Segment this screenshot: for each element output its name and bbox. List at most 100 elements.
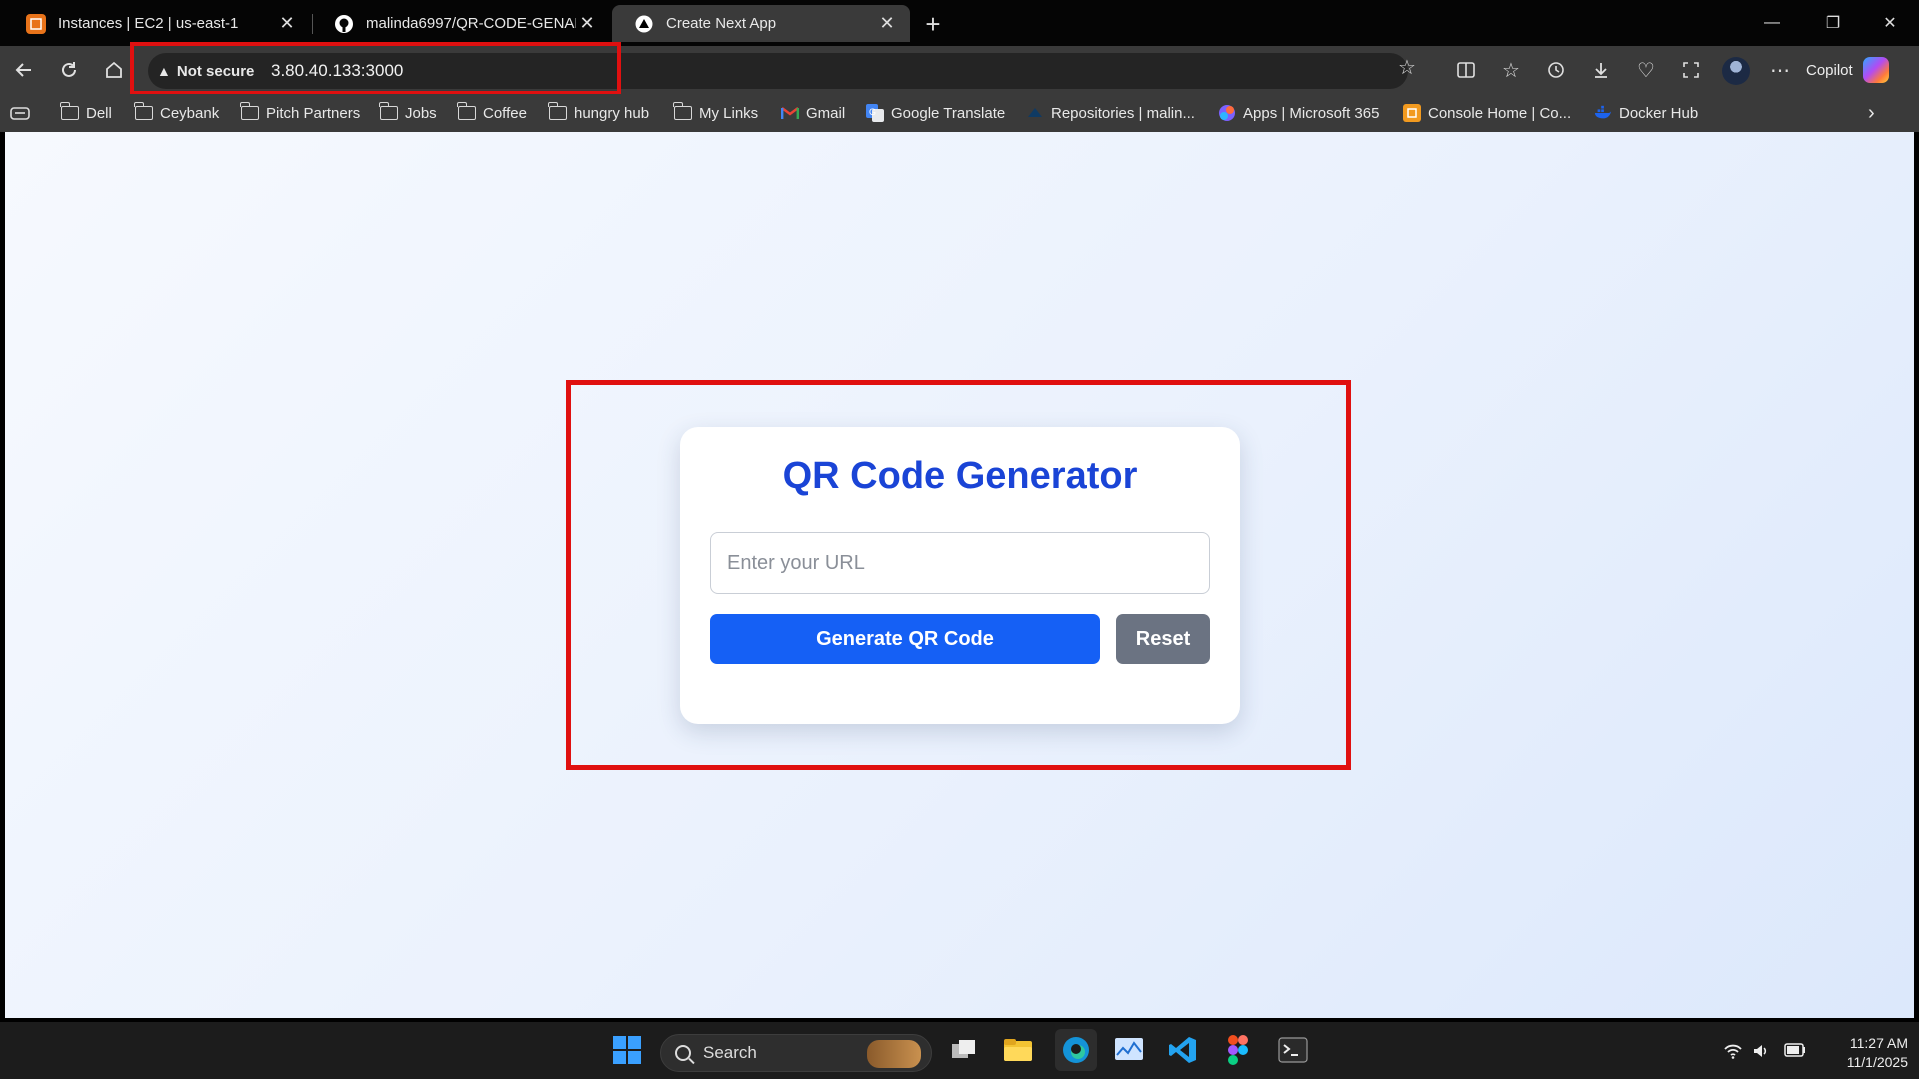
folder-icon: [673, 102, 692, 121]
folder-icon: [548, 102, 567, 121]
battery-icon[interactable]: [1784, 1043, 1806, 1062]
bookmark-label: Ceybank: [160, 104, 220, 122]
generate-qr-button[interactable]: Generate QR Code: [710, 614, 1100, 664]
m365-icon: [1218, 105, 1236, 121]
downloads-icon[interactable]: [1585, 54, 1617, 86]
clock-date: 11/1/2025: [1846, 1054, 1908, 1070]
history-icon[interactable]: [1540, 54, 1572, 86]
reset-button[interactable]: Reset: [1116, 614, 1210, 664]
terminal-icon[interactable]: [1275, 1032, 1311, 1068]
bookmark-label: Gmail: [806, 104, 846, 122]
favorite-star-icon[interactable]: ☆: [1398, 55, 1416, 80]
tab-strip: Instances | EC2 | us-east-1 ✕ malinda699…: [0, 0, 1919, 46]
copilot-icon: [1862, 57, 1889, 83]
bookmark-microsoft-365[interactable]: Apps | Microsoft 365: [1218, 102, 1379, 124]
back-arrow-icon[interactable]: [8, 54, 40, 86]
gmail-icon: [781, 105, 799, 121]
more-options-icon[interactable]: ⋯: [1764, 54, 1796, 86]
google-translate-icon: G: [866, 104, 884, 122]
bookmarks-overflow-chevron-icon[interactable]: ›: [1868, 102, 1875, 124]
bookmark-repositories[interactable]: Repositories | malin...: [1026, 102, 1195, 124]
bison-illustration-icon: [867, 1040, 921, 1068]
bookmark-label: Jobs: [405, 104, 437, 122]
close-icon[interactable]: ✕: [876, 13, 898, 35]
search-label: Search: [703, 1043, 757, 1062]
bookmark-gmail[interactable]: Gmail: [781, 102, 845, 124]
bookmark-dell[interactable]: Dell: [60, 102, 112, 124]
minimize-icon[interactable]: —: [1752, 8, 1792, 38]
bookmark-pitch-partners[interactable]: Pitch Partners: [240, 102, 361, 124]
profile-avatar[interactable]: [1722, 57, 1750, 85]
github-icon: [334, 14, 354, 34]
volume-icon[interactable]: [1752, 1043, 1770, 1064]
url-input[interactable]: [710, 532, 1210, 594]
restore-icon[interactable]: ❐: [1813, 8, 1853, 38]
folder-icon: [134, 102, 153, 121]
tab-title: Instances | EC2 | us-east-1: [58, 15, 239, 32]
copilot-button[interactable]: Copilot: [1806, 53, 1889, 87]
folder-icon: [60, 102, 79, 121]
bookmark-label: Coffee: [483, 104, 527, 122]
bookmark-docker-hub[interactable]: Docker Hub: [1594, 102, 1698, 124]
folder-icon: [379, 102, 398, 121]
folder-icon: [457, 102, 476, 121]
bookmark-google-translate[interactable]: G Google Translate: [866, 102, 1005, 124]
task-view-icon[interactable]: [946, 1032, 982, 1068]
docker-icon: [1594, 105, 1612, 121]
tab-title: Create Next App: [666, 15, 777, 32]
bookmark-label: Google Translate: [891, 104, 1006, 122]
file-explorer-icon[interactable]: [1000, 1032, 1036, 1068]
bookmark-ceybank[interactable]: Ceybank: [134, 102, 220, 124]
bookmark-label: Docker Hub: [1619, 104, 1699, 122]
edge-browser-icon[interactable]: [1055, 1029, 1097, 1071]
close-icon[interactable]: ✕: [576, 13, 598, 35]
home-icon[interactable]: [98, 54, 130, 86]
bookmarks-bar: Dell Ceybank Pitch Partners Jobs Coffee …: [0, 94, 1919, 132]
folder-icon: [240, 102, 259, 121]
screenshot-icon[interactable]: [1675, 54, 1707, 86]
windows-start-icon[interactable]: [609, 1032, 645, 1068]
wifi-icon[interactable]: [1724, 1043, 1742, 1064]
taskbar-search[interactable]: Search: [660, 1034, 932, 1072]
bookmark-label: Pitch Partners: [266, 104, 361, 122]
split-screen-icon[interactable]: [1450, 54, 1482, 86]
bookmark-label: Apps | Microsoft 365: [1243, 104, 1380, 122]
search-icon: [675, 1045, 691, 1061]
system-clock[interactable]: 11:27 AM 11/1/2025: [1818, 1034, 1908, 1072]
clock-time: 11:27 AM: [1849, 1035, 1908, 1051]
screen: Instances | EC2 | us-east-1 ✕ malinda699…: [0, 0, 1919, 1079]
aws-icon: [26, 13, 46, 34]
resource-monitor-icon[interactable]: [1111, 1032, 1147, 1068]
tab-title: malinda6997/QR-CODE-GENARATOR: [366, 15, 576, 32]
qr-generator-card: QR Code Generator Generate QR Code Reset: [680, 427, 1240, 724]
browser-essentials-icon[interactable]: ♡: [1630, 54, 1662, 86]
tab-github-repo[interactable]: malinda6997/QR-CODE-GENARATOR ✕: [312, 5, 610, 42]
copilot-label: Copilot: [1806, 61, 1853, 79]
favorites-icon[interactable]: ☆: [1495, 54, 1527, 86]
svg-text:G: G: [869, 107, 876, 117]
tab-create-next-app[interactable]: Create Next App ✕: [612, 5, 910, 42]
window-close-icon[interactable]: ✕: [1870, 8, 1910, 38]
refresh-icon[interactable]: [53, 54, 85, 86]
bookmark-jobs[interactable]: Jobs: [379, 102, 437, 124]
figma-icon[interactable]: [1220, 1032, 1256, 1068]
bookmark-label: Console Home | Co...: [1428, 104, 1572, 122]
page-title: QR Code Generator: [782, 455, 1138, 497]
bookmark-label: My Links: [699, 104, 759, 122]
bookmark-hungry-hub[interactable]: hungry hub: [548, 102, 650, 124]
aws-icon: [1403, 104, 1421, 122]
azure-devops-icon: [1026, 105, 1044, 121]
new-tab-plus-icon[interactable]: +: [918, 9, 948, 39]
bookmark-coffee[interactable]: Coffee: [457, 102, 527, 124]
tab-aws-ec2[interactable]: Instances | EC2 | us-east-1 ✕: [4, 5, 310, 42]
vscode-icon[interactable]: [1165, 1032, 1201, 1068]
nextjs-icon: [634, 14, 654, 34]
bookmark-label: hungry hub: [574, 104, 650, 122]
bookmark-aws-console[interactable]: Console Home | Co...: [1403, 102, 1571, 124]
bookmark-label: Dell: [86, 104, 112, 122]
collections-icon[interactable]: [10, 102, 30, 124]
close-icon[interactable]: ✕: [276, 13, 298, 35]
bookmark-my-links[interactable]: My Links: [673, 102, 759, 124]
bookmark-label: Repositories | malin...: [1051, 104, 1195, 122]
address-highlight-box: [130, 42, 621, 95]
